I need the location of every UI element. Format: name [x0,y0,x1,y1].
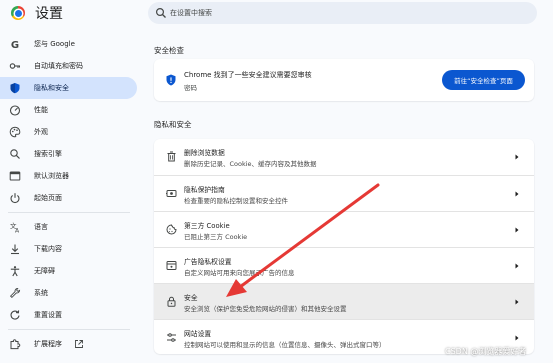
ad-privacy-icon [166,261,177,270]
browser-window-icon [9,171,21,181]
sidebar-item-privacy[interactable]: 隐私和安全 [0,77,137,99]
row-ad-privacy[interactable]: 广告隐私权设置 自定义网站可用来向您展示广告的信息 [154,247,534,283]
safety-check-subtitle: 密码 [184,84,197,92]
chevron-right-icon [515,191,519,197]
sidebar-item-label: 起始页面 [34,194,62,202]
sidebar-item-label: 无障碍 [34,267,55,275]
privacy-settings-card: 删除浏览数据 删除历史记录、Cookie、缓存内容及其他数据 隐私保护指南 检查… [154,139,534,354]
sidebar-item-search-engine[interactable]: 搜索引擎 [0,143,140,165]
chrome-logo-icon [11,6,25,20]
page-title: 设置 [35,6,63,22]
header-bar: 设置 [0,0,553,30]
chevron-right-icon [515,299,519,305]
shield-icon [166,74,176,86]
sidebar-item-reset[interactable]: 重置设置 [0,304,140,326]
sidebar-item-label: 自动填充和密码 [34,62,83,70]
row-privacy-guide[interactable]: 隐私保护指南 检查重要的隐私控制设置和安全控件 [154,175,534,211]
key-icon [9,63,20,69]
sidebar-item-on-startup[interactable]: 起始页面 [0,187,140,209]
row-title: 安全 [184,294,198,302]
privacy-section-heading: 隐私和安全 [154,120,192,129]
chevron-right-icon [515,263,519,269]
sidebar-item-default-browser[interactable]: 默认浏览器 [0,165,140,187]
sidebar-item-extensions[interactable]: 扩展程序 [0,333,140,355]
translate-icon: 文A [10,221,20,234]
sidebar-item-you-and-google[interactable]: G 您与 Google [0,33,140,55]
wrench-icon [9,287,21,299]
row-third-party-cookies[interactable]: 第三方 Cookie 已阻止第三方 Cookie [154,211,534,247]
sidebar-item-downloads[interactable]: 下载内容 [0,238,140,260]
sidebar-item-label: 扩展程序 [34,340,62,348]
row-security[interactable]: 安全 安全浏览（保护您免受危险网站的侵害）和其他安全设置 [154,283,534,319]
search-icon [10,149,20,159]
sidebar-item-label: 您与 Google [34,40,75,48]
row-clear-browsing-data[interactable]: 删除浏览数据 删除历史记录、Cookie、缓存内容及其他数据 [154,139,534,175]
row-title: 删除浏览数据 [184,149,225,157]
row-subtitle: 控制网站可以使用和显示的信息（位置信息、摄像头、弹出式窗口等） [184,341,386,349]
safety-check-title: Chrome 找到了一些安全建议需要您审核 [184,71,312,79]
sidebar-nav: G 您与 Google 自动填充和密码 隐私和安全 性能 外观 搜索引擎 默认浏… [0,33,140,355]
speedometer-icon [9,105,21,116]
palette-icon [9,126,21,138]
row-subtitle: 检查重要的隐私控制设置和安全控件 [184,197,288,205]
sidebar-item-label: 默认浏览器 [34,172,69,180]
sidebar-item-autofill[interactable]: 自动填充和密码 [0,55,140,77]
row-subtitle: 安全浏览（保护您免受危险网站的侵害）和其他安全设置 [184,305,347,313]
search-box[interactable] [148,2,537,24]
row-title: 广告隐私权设置 [184,258,232,266]
privacy-guide-icon [166,190,177,197]
sidebar-divider [8,212,130,213]
go-to-safety-check-button[interactable]: 前往“安全检查”页面 [442,70,525,90]
sidebar-item-languages[interactable]: 文A 语言 [0,216,140,238]
chevron-right-icon [515,154,519,160]
shield-icon [10,83,20,94]
sidebar-divider [8,329,130,330]
sidebar-item-appearance[interactable]: 外观 [0,121,140,143]
accessibility-icon [10,266,20,277]
sidebar-item-label: 外观 [34,128,48,136]
chevron-right-icon [515,335,519,341]
sidebar-item-label: 性能 [34,106,48,114]
svg-text:G: G [11,40,19,50]
google-g-icon: G [11,40,19,50]
sidebar-item-label: 下载内容 [34,245,62,253]
sidebar-item-label: 系统 [34,289,48,297]
row-title: 网站设置 [184,330,212,338]
sidebar-item-accessibility[interactable]: 无障碍 [0,260,140,282]
search-input[interactable] [170,5,530,21]
svg-text:A: A [15,228,20,234]
row-subtitle: 自定义网站可用来向您展示广告的信息 [184,269,295,277]
row-title: 隐私保护指南 [184,186,225,194]
puzzle-icon [10,339,21,350]
lock-icon [167,296,176,307]
row-subtitle: 删除历史记录、Cookie、缓存内容及其他数据 [184,160,317,168]
sidebar-item-label: 搜索引擎 [34,150,62,158]
power-icon [10,193,20,204]
reset-icon [10,310,20,320]
safety-check-heading: 安全检查 [154,46,184,55]
sidebar-item-label: 隐私和安全 [34,84,69,92]
download-icon [11,244,19,255]
chevron-right-icon [515,227,519,233]
site-settings-icon [167,333,176,342]
search-icon [155,7,166,18]
safety-check-card: Chrome 找到了一些安全建议需要您审核 密码 前往“安全检查”页面 [154,59,534,101]
external-link-icon [75,340,83,348]
sidebar-item-system[interactable]: 系统 [0,282,140,304]
watermark: CSDN @浏览器爱好者 [445,347,527,356]
sidebar-item-performance[interactable]: 性能 [0,99,140,121]
sidebar-item-label: 语言 [34,223,48,231]
row-title: 第三方 Cookie [184,222,230,230]
sidebar-item-label: 重置设置 [34,311,62,319]
row-subtitle: 已阻止第三方 Cookie [184,233,248,241]
cookie-icon [166,224,177,235]
trash-icon [167,151,176,162]
